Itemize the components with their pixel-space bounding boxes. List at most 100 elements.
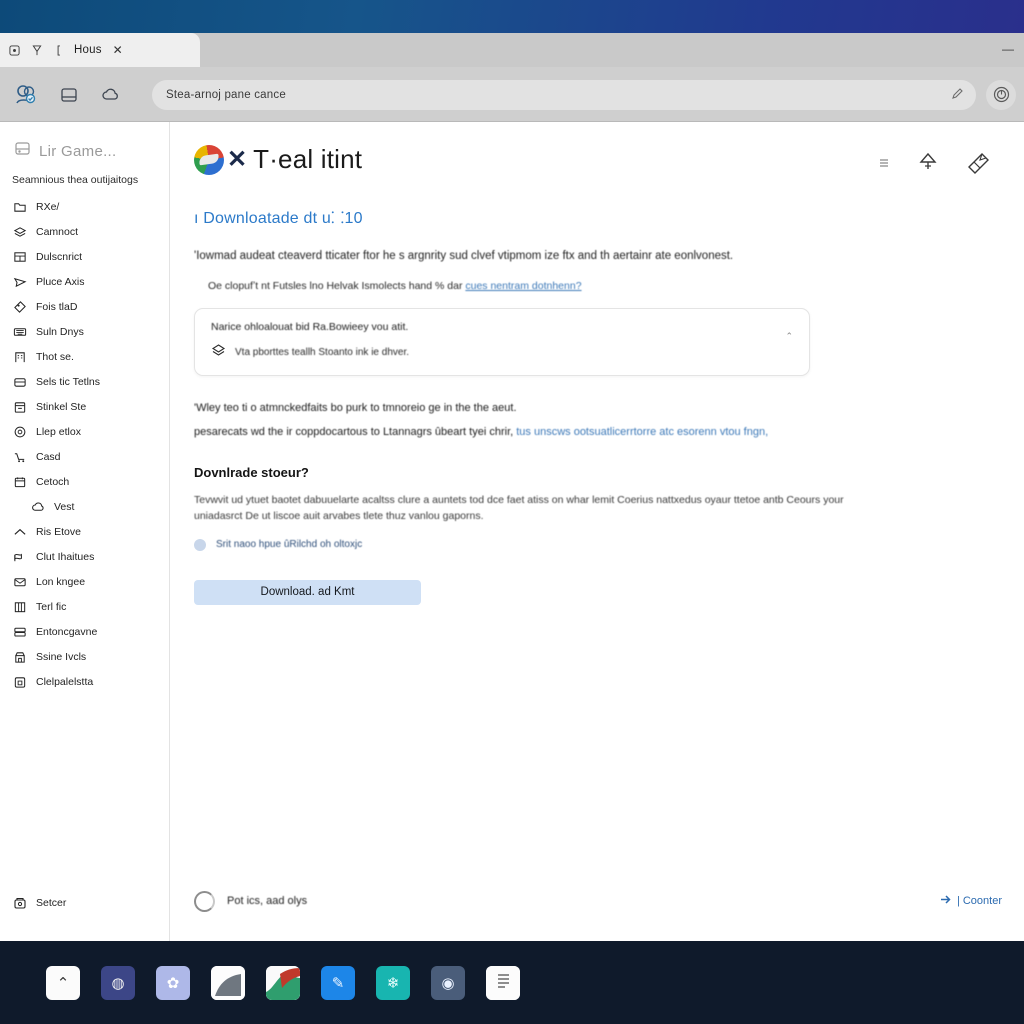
- chevron-up-icon[interactable]: ⌃: [785, 331, 793, 342]
- keyboard-icon: [12, 324, 27, 339]
- download-button[interactable]: Download. ad Kmt: [194, 579, 421, 605]
- building-icon: [12, 349, 27, 364]
- pin-icon[interactable]: [915, 150, 941, 176]
- sidebar-item-4[interactable]: Fois tlaD: [0, 294, 169, 319]
- brand-lockup: ✕ T·eal itint: [194, 144, 362, 175]
- sidebar-item-17[interactable]: Entoncgavne: [0, 619, 169, 644]
- accounts-icon[interactable]: [8, 78, 46, 112]
- minimize-button[interactable]: —: [1002, 42, 1014, 56]
- collections-icon[interactable]: [50, 78, 88, 112]
- mail-icon: [12, 574, 27, 589]
- sidebar-item-18[interactable]: Ssine Ivcls: [0, 644, 169, 669]
- sub-text-link[interactable]: cues nentram dotnhenn?: [465, 280, 581, 292]
- sidebar-item-6[interactable]: Thot se.: [0, 344, 169, 369]
- sidebar: Lir Game... Seamnious thea outijaitogs R…: [0, 122, 170, 941]
- continue-link-label: | Coonter: [956, 895, 1002, 907]
- badge-icon: [12, 424, 27, 439]
- sidebar-item-label: Dulscnrict: [36, 250, 83, 263]
- sidebar-item-label: Vest: [54, 500, 75, 513]
- chevron-up-icon: [12, 524, 27, 539]
- x-glyph-icon: ✕: [227, 145, 248, 173]
- document-icon[interactable]: [211, 965, 245, 1000]
- content-footer: Pot ics, aad olys | Coonter: [194, 881, 1002, 921]
- sidebar-item-3[interactable]: Pluce Axis: [0, 269, 169, 294]
- share-note-icon[interactable]: [965, 150, 992, 176]
- sidebar-item-8[interactable]: Stinkel Ste: [0, 394, 169, 419]
- sidebar-item-12[interactable]: Vest: [0, 494, 169, 519]
- sidebar-item-11[interactable]: Cetoch: [0, 469, 169, 494]
- settings-icon: [12, 895, 27, 910]
- box-icon: [12, 674, 27, 689]
- body-text-2-prefix: pesarecats wd the ir coppdocartous to Lt…: [194, 426, 517, 438]
- folder-icon: [12, 199, 27, 214]
- download-heading: Dovnlrade stoeur?: [194, 465, 309, 480]
- sidebar-item-label: Clelpalelstta: [36, 675, 94, 688]
- sidebar-item-1[interactable]: Camnoct: [0, 219, 169, 244]
- sidebar-item-19[interactable]: Clelpalelstta: [0, 669, 169, 694]
- sidebar-item-16[interactable]: Terl fic: [0, 594, 169, 619]
- checkbox-label: Srit naoo hpue ûRilchd oh oltoxjc: [216, 539, 363, 551]
- maps-icon[interactable]: ◉: [431, 965, 465, 1000]
- notice-card[interactable]: Narice ohloalouat bid Ra.Bowieey vou ati…: [194, 308, 810, 376]
- store-icon: [12, 649, 27, 664]
- sidebar-item-settings[interactable]: Setcer: [0, 890, 169, 915]
- sidebar-item-label: Camnoct: [36, 225, 79, 238]
- notice-row-text: Vta pborttes teallh Stoanto ink ie dhver…: [235, 346, 409, 358]
- sidebar-item-label: Stinkel Ste: [36, 400, 87, 413]
- sidebar-brand[interactable]: Lir Game...: [0, 140, 169, 172]
- weather-icon[interactable]: [92, 78, 130, 112]
- body-text-2: pesarecats wd the ir coppdocartous to Lt…: [194, 426, 992, 438]
- browser-icon[interactable]: ✿: [156, 965, 190, 1000]
- intro-text: 'Iowmad audeat cteaverd tticater ftor he…: [194, 250, 734, 262]
- sub-text: Oe clopufʼt nt Futsles lno Helvak Ismole…: [208, 280, 992, 292]
- profile-icon[interactable]: [986, 79, 1016, 110]
- sidebar-item-9[interactable]: Llep etlox: [0, 419, 169, 444]
- notes-icon[interactable]: [486, 965, 520, 1000]
- columns-icon: [12, 599, 27, 614]
- continue-link[interactable]: | Coonter: [940, 894, 1002, 908]
- library-icon: [14, 140, 31, 162]
- sidebar-item-0[interactable]: RXe/: [0, 194, 169, 219]
- content-header: ✕ T·eal itint: [194, 144, 992, 176]
- body-text-2-link[interactable]: tus unscws ootsuatlicerrtorre atc esoren…: [516, 426, 768, 438]
- info-icon[interactable]: ◍: [101, 965, 135, 1000]
- loading-spinner-icon: [194, 890, 215, 912]
- address-bar[interactable]: Stea-arnoj pane cance: [152, 79, 976, 110]
- sidebar-brand-label: Lir Game...: [39, 142, 117, 160]
- sidebar-item-14[interactable]: Clut Ihaitues: [0, 544, 169, 569]
- sidebar-item-10[interactable]: Casd: [0, 444, 169, 469]
- layers-icon: [12, 224, 27, 239]
- body-text-1: 'Wley teo ti o atmnckedfaits bo purk to …: [194, 402, 517, 414]
- desktop-wallpaper-top: [0, 0, 1024, 33]
- sidebar-item-15[interactable]: Lon kngee: [0, 569, 169, 594]
- checkbox-indicator[interactable]: [194, 538, 206, 551]
- sidebar-item-label: Clut Ihaitues: [36, 550, 95, 563]
- calendar-icon: [12, 474, 27, 489]
- menu-icon[interactable]: [877, 156, 891, 170]
- start-icon[interactable]: ⌃: [46, 965, 80, 1000]
- browser-toolbar: Stea-arnoj pane cance: [0, 67, 1024, 122]
- taskbar: ⌃ ◍ ✿ ✎ ❄ ◉: [0, 941, 1024, 1024]
- sidebar-item-label: Casd: [36, 450, 61, 463]
- drawer-icon: [12, 374, 27, 389]
- editor-icon[interactable]: ✎: [321, 965, 355, 1000]
- sidebar-item-list: RXe/Camnoct Dulscnrict Pluce Axis Fois tlaD…: [0, 194, 169, 694]
- archive-icon: [12, 399, 27, 414]
- sidebar-item-label: RXe/: [36, 200, 60, 213]
- browser-window: Hous ✕ — Stea-arnoj pane cance Lir Game.…: [0, 33, 1024, 941]
- sidebar-item-2[interactable]: Dulscnrict: [0, 244, 169, 269]
- bookmark-icon: [30, 44, 43, 57]
- sidebar-item-label: Lon kngee: [36, 575, 86, 588]
- consent-checkbox-row[interactable]: Srit naoo hpue ûRilchd oh oltoxjc: [194, 538, 992, 551]
- server-icon: [12, 624, 27, 639]
- close-icon[interactable]: ✕: [113, 43, 123, 57]
- sidebar-item-5[interactable]: Suln Dnys: [0, 319, 169, 344]
- photos-icon[interactable]: [266, 965, 300, 1000]
- terminal-icon[interactable]: ❄: [376, 965, 410, 1000]
- pen-icon[interactable]: [951, 87, 964, 103]
- cloud-icon: [30, 499, 45, 514]
- sidebar-item-7[interactable]: Sels tic Tetlns: [0, 369, 169, 394]
- tab-title: Hous: [74, 44, 102, 56]
- browser-tab[interactable]: Hous ✕: [0, 33, 200, 67]
- sidebar-item-13[interactable]: Ris Etove: [0, 519, 169, 544]
